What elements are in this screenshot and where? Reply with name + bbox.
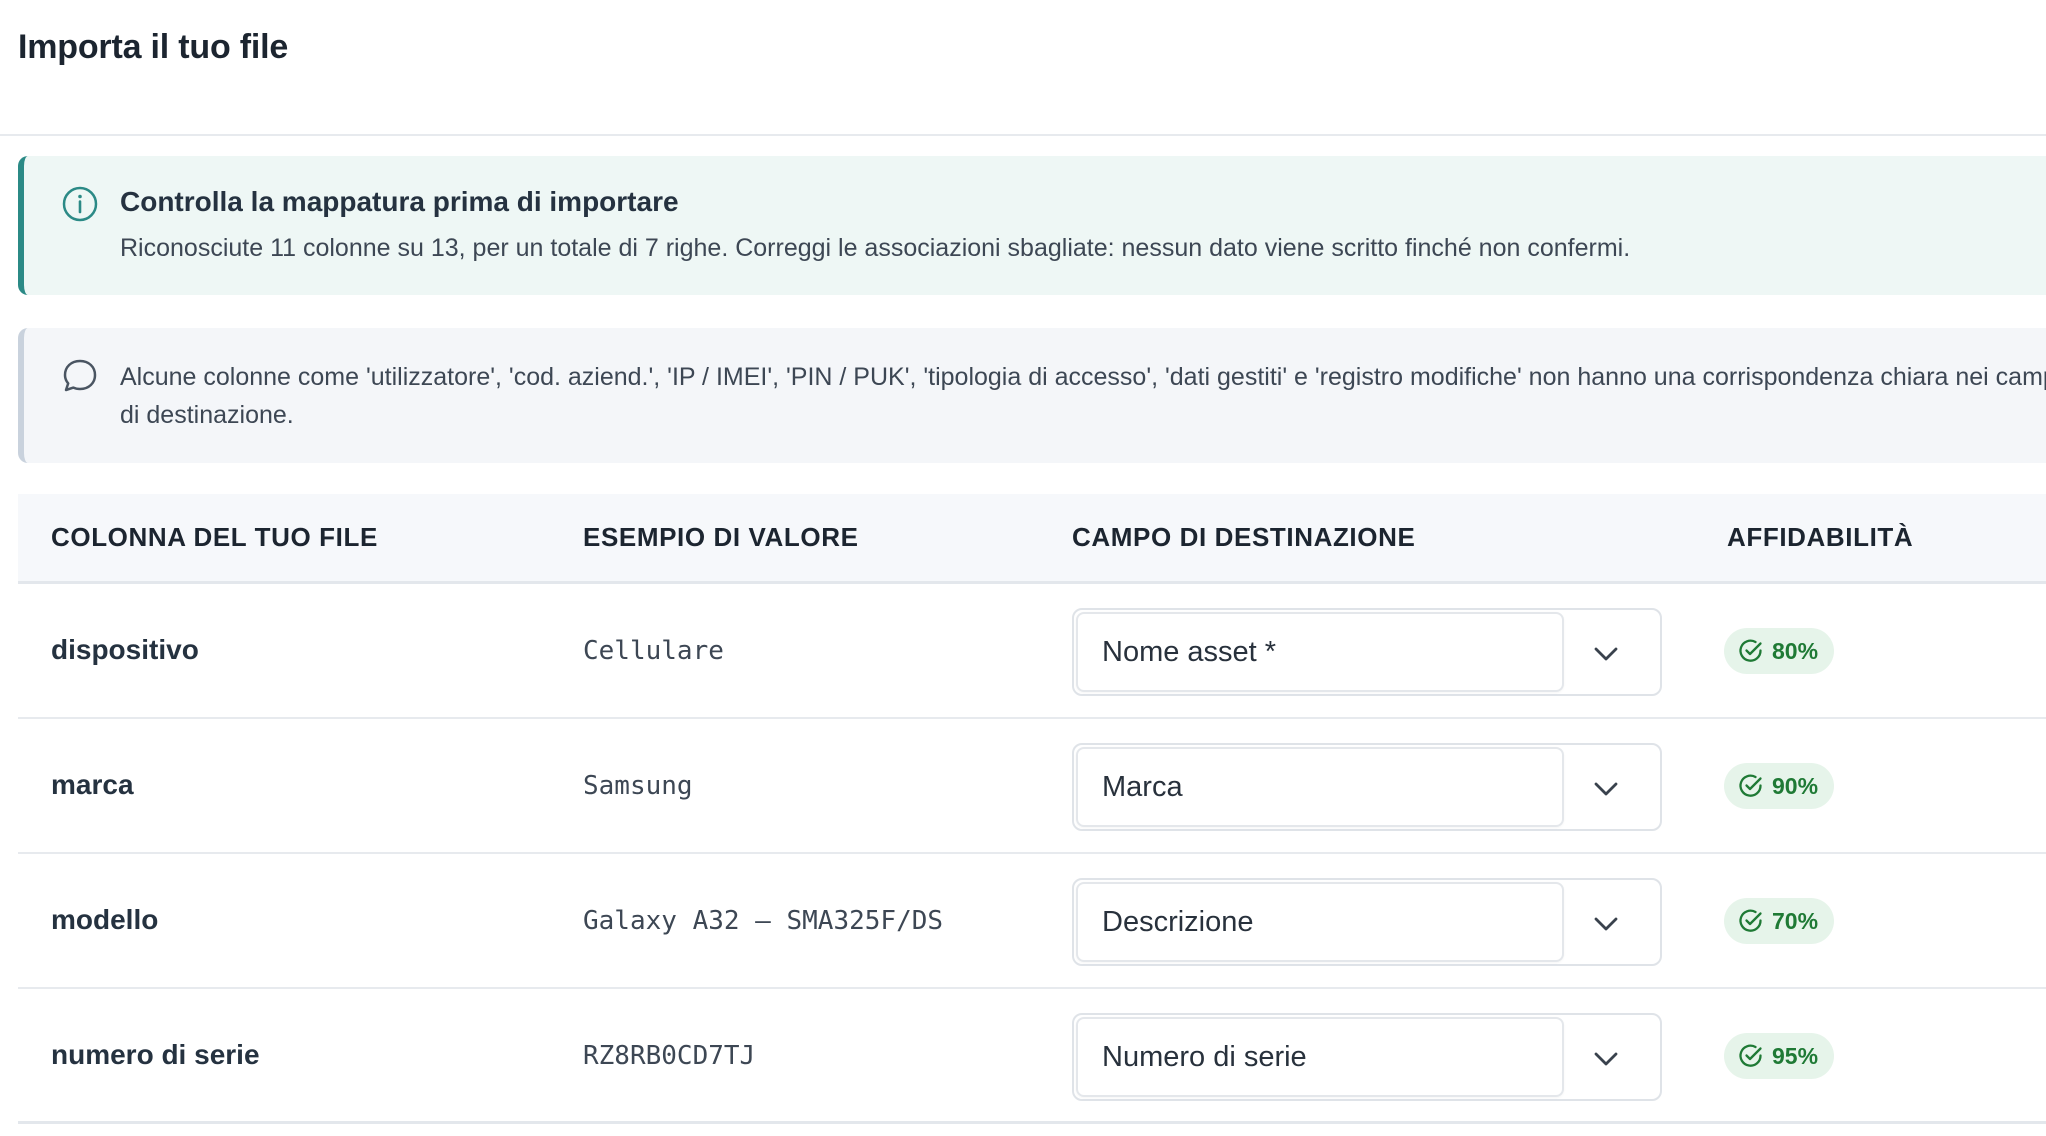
chat-bubble-icon [63,359,97,392]
table-header: COLONNA DEL TUO FILE ESEMPIO DI VALORE C… [18,494,2046,584]
file-column-name: dispositivo [51,634,199,665]
note-callout-body: Alcune colonne come 'utilizzatore', 'cod… [120,363,2046,429]
target-field-value: Marca [1076,747,1564,827]
example-value: Cellulare [583,636,724,666]
check-circle-icon [1739,639,1762,662]
target-field-select[interactable]: Numero di serie [1072,1013,1662,1101]
page-title: Importa il tuo file [18,28,289,66]
header-file-column: COLONNA DEL TUO FILE [51,522,378,552]
confidence-value: 70% [1772,907,1819,934]
check-circle-icon [1739,774,1762,797]
table-row: marca Samsung Marca 90% [18,719,2046,854]
confidence-badge: 90% [1724,763,1835,809]
confidence-badge: 95% [1724,1033,1835,1079]
file-column-name: marca [51,769,134,800]
file-column-name: modello [51,904,159,935]
header-example-value: ESEMPIO DI VALORE [583,522,859,552]
target-field-select[interactable]: Descrizione [1072,878,1662,966]
table-row: dispositivo Cellulare Nome asset * 80% [18,584,2046,719]
info-callout: Controlla la mappatura prima di importar… [18,156,2046,295]
info-callout-body: Riconosciute 11 colonne su 13, per un to… [120,234,1631,262]
chevron-down-icon [1594,782,1618,796]
example-value: Galaxy A32 – SMA325F/DS [583,906,944,936]
confidence-badge: 80% [1724,628,1835,674]
check-circle-icon [1739,1044,1762,1067]
table-row: modello Galaxy A32 – SMA325F/DS Descrizi… [18,854,2046,989]
chevron-down-icon [1594,647,1618,661]
example-value: Samsung [583,771,693,801]
example-value: RZ8RB0CD7TJ [583,1041,756,1071]
target-field-value: Numero di serie [1076,1017,1564,1097]
confidence-value: 80% [1772,637,1819,664]
chevron-down-icon [1594,1052,1618,1066]
header-confidence: AFFIDABILITÀ [1727,522,1914,552]
note-callout: Alcune colonne come 'utilizzatore', 'cod… [18,328,2046,463]
check-circle-icon [1739,909,1762,932]
table-row: numero di serie RZ8RB0CD7TJ Numero di se… [18,989,2046,1124]
info-circle-icon [62,186,98,222]
target-field-value: Descrizione [1076,882,1564,962]
confidence-value: 95% [1772,1042,1819,1069]
chevron-down-icon [1594,917,1618,931]
target-field-value: Nome asset * [1076,612,1564,692]
target-field-select[interactable]: Nome asset * [1072,608,1662,696]
info-callout-title: Controlla la mappatura prima di importar… [120,186,679,217]
file-column-name: numero di serie [51,1039,260,1070]
header-target-field: CAMPO DI DESTINAZIONE [1072,522,1416,552]
target-field-select[interactable]: Marca [1072,743,1662,831]
mapping-table: COLONNA DEL TUO FILE ESEMPIO DI VALORE C… [18,494,2046,1124]
header-divider [0,134,2046,136]
confidence-badge: 70% [1724,898,1835,944]
confidence-value: 90% [1772,772,1819,799]
